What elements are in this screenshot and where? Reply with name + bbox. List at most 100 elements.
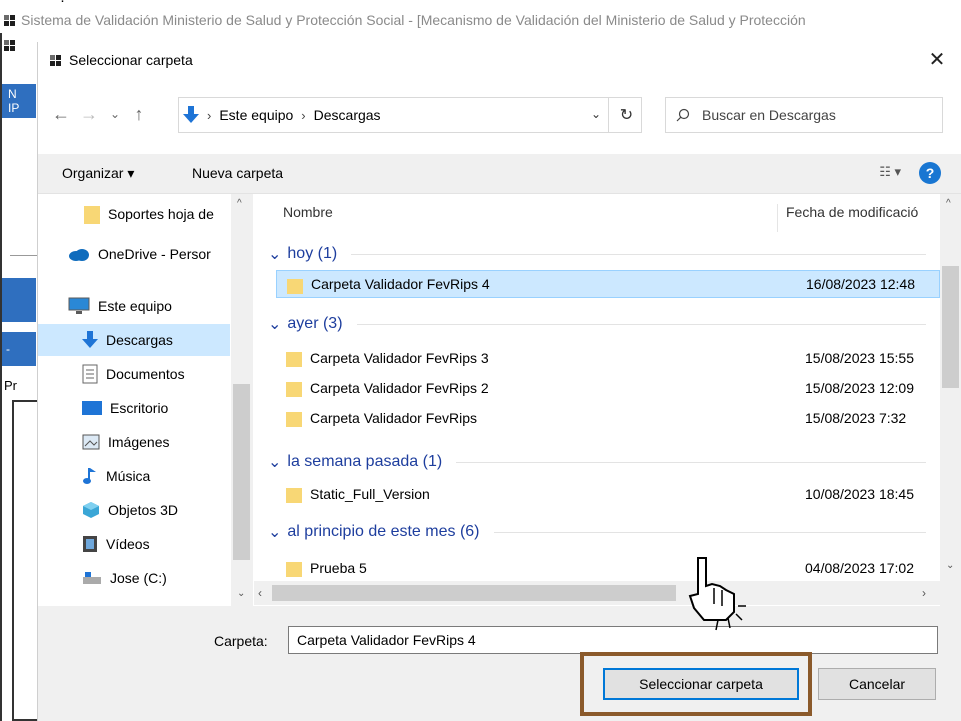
nav-item-videos[interactable]: Vídeos	[38, 528, 230, 560]
hand-pointer-icon	[688, 557, 746, 631]
command-toolbar: Organizar ▾ Nueva carpeta ☷ ▾ ?	[38, 154, 961, 194]
scrollbar-thumb[interactable]	[233, 384, 250, 560]
group-header-la-semana-pasada[interactable]: ⌄ la semana pasada (1)	[268, 448, 938, 476]
group-header-hoy[interactable]: ⌄ hoy (1)	[268, 240, 938, 268]
chevron-down-icon: ⌄	[268, 524, 282, 541]
navigation-pane-scrollbar[interactable]: ^ ⌄	[231, 194, 253, 606]
list-item[interactable]: Carpeta Validador FevRips 4 16/08/2023 1…	[276, 270, 940, 298]
document-icon	[82, 364, 98, 384]
highlight-box	[580, 652, 812, 716]
scroll-right-arrow-icon[interactable]: ›	[922, 586, 926, 600]
app-icon	[4, 14, 15, 26]
address-bar[interactable]: › Este equipo › Descargas ⌄	[178, 97, 642, 133]
chevron-down-icon: ⌄	[268, 316, 282, 333]
forward-arrow-icon[interactable]: →	[78, 104, 100, 125]
dialog-footer: Carpeta: Carpeta Validador FevRips 4 Sel…	[38, 606, 961, 721]
folder-icon	[84, 206, 100, 224]
folder-name-input[interactable]: Carpeta Validador FevRips 4	[288, 626, 938, 654]
nav-item-imagenes[interactable]: Imágenes	[38, 426, 230, 458]
video-icon	[83, 536, 97, 552]
nav-item-escritorio[interactable]: Escritorio	[38, 392, 230, 424]
file-list-vertical-scrollbar[interactable]: ^ ⌄	[940, 194, 961, 606]
music-icon	[83, 468, 96, 484]
search-icon	[676, 108, 690, 122]
background-blue-tile-2	[2, 278, 36, 322]
background-top-strip: ·	[60, 0, 65, 9]
computer-icon	[68, 297, 90, 314]
column-header-date[interactable]: Fecha de modificació	[777, 204, 943, 232]
folder-icon	[286, 382, 302, 397]
navigation-bar: ← → ⌄ ↑ › Este equipo › Descargas ⌄ ↻ Bu…	[38, 78, 961, 154]
group-header-al-principio-de-este-mes[interactable]: ⌄ al principio de este mes (6)	[268, 518, 938, 546]
background-frame	[12, 400, 38, 721]
file-list: Nombre Fecha de modificació ⌄ hoy (1) Ca…	[254, 194, 961, 606]
scroll-down-arrow-icon[interactable]: ⌄	[237, 588, 245, 599]
background-divider	[10, 255, 38, 256]
scroll-up-arrow-icon[interactable]: ^	[946, 198, 951, 209]
nav-item-musica[interactable]: Música	[38, 460, 230, 492]
folder-icon	[286, 488, 302, 503]
file-list-horizontal-scrollbar[interactable]: ‹ ›	[254, 581, 940, 605]
scroll-left-arrow-icon[interactable]: ‹	[258, 586, 262, 600]
scroll-up-arrow-icon[interactable]: ^	[237, 198, 242, 209]
scrollbar-thumb[interactable]	[942, 266, 959, 388]
breadcrumb-separator: ›	[301, 107, 306, 123]
folder-icon	[287, 279, 303, 294]
drive-icon	[83, 572, 101, 584]
scroll-down-arrow-icon[interactable]: ⌄	[946, 560, 954, 571]
select-folder-dialog: Seleccionar carpeta ✕ ← → ⌄ ↑ › Este equ…	[37, 42, 961, 721]
folder-icon	[286, 562, 302, 577]
nav-item-objetos-3d[interactable]: Objetos 3D	[38, 494, 230, 526]
cube-icon	[83, 502, 99, 518]
nav-item-descargas[interactable]: Descargas	[38, 324, 230, 356]
group-header-ayer[interactable]: ⌄ ayer (3)	[268, 310, 938, 338]
list-item[interactable]: Static_Full_Version 10/08/2023 18:45	[276, 480, 940, 508]
background-window-titlebar: Sistema de Validación Ministerio de Salu…	[0, 9, 961, 31]
column-header-name[interactable]: Nombre	[283, 204, 333, 220]
background-blue-tile: N IP	[2, 84, 36, 118]
cancel-button[interactable]: Cancelar	[818, 668, 936, 700]
dialog-title: Seleccionar carpeta	[69, 52, 193, 68]
image-icon	[82, 434, 100, 450]
close-icon[interactable]: ✕	[925, 48, 949, 72]
view-options-button[interactable]: ☷ ▾	[879, 164, 901, 180]
nav-item-soportes[interactable]: Soportes hoja de	[38, 198, 230, 230]
chevron-down-icon: ⌄	[268, 454, 282, 471]
breadcrumb-este-equipo[interactable]: Este equipo	[219, 107, 293, 123]
search-box[interactable]: Buscar en Descargas	[665, 97, 943, 133]
chevron-down-icon: ⌄	[268, 246, 282, 263]
breadcrumb-separator: ›	[207, 107, 212, 123]
list-item[interactable]: Prueba 5 04/08/2023 17:02	[276, 554, 940, 582]
folder-icon	[286, 352, 302, 367]
up-arrow-icon[interactable]: ↑	[128, 104, 150, 125]
nav-item-este-equipo[interactable]: Este equipo	[38, 290, 230, 322]
background-label: Pr	[4, 378, 17, 393]
list-item[interactable]: Carpeta Validador FevRips 15/08/2023 7:3…	[276, 404, 940, 432]
refresh-icon[interactable]: ↻	[608, 97, 644, 133]
list-item[interactable]: Carpeta Validador FevRips 2 15/08/2023 1…	[276, 374, 940, 402]
background-blue-tile-3: -	[2, 332, 36, 366]
cloud-icon	[69, 249, 89, 261]
scrollbar-thumb[interactable]	[272, 585, 676, 601]
dialog-titlebar: Seleccionar carpeta	[38, 42, 961, 78]
new-folder-button[interactable]: Nueva carpeta	[192, 165, 283, 181]
download-icon	[82, 331, 98, 348]
nav-item-documentos[interactable]: Documentos	[38, 358, 230, 390]
recent-locations-chevron-icon[interactable]: ⌄	[104, 107, 126, 121]
breadcrumb-descargas[interactable]: Descargas	[314, 107, 381, 123]
list-item[interactable]: Carpeta Validador FevRips 3 15/08/2023 1…	[276, 344, 940, 372]
desktop-icon	[82, 401, 102, 415]
folder-icon	[286, 412, 302, 427]
organize-button[interactable]: Organizar ▾	[62, 165, 134, 182]
column-headers: Nombre Fecha de modificació	[254, 194, 943, 232]
nav-item-jose-c[interactable]: Jose (C:)	[38, 562, 230, 594]
back-arrow-icon[interactable]: ←	[50, 104, 72, 125]
folder-label: Carpeta:	[214, 633, 268, 649]
dialog-app-icon	[50, 54, 61, 66]
background-window-title: Sistema de Validación Ministerio de Salu…	[21, 12, 806, 28]
download-icon	[183, 106, 199, 123]
nav-item-onedrive[interactable]: OneDrive - Persor	[38, 238, 230, 270]
help-icon[interactable]: ?	[919, 162, 941, 184]
navigation-pane: Soportes hoja de OneDrive - Persor Este …	[38, 194, 254, 606]
chevron-down-icon[interactable]: ⌄	[591, 107, 601, 121]
